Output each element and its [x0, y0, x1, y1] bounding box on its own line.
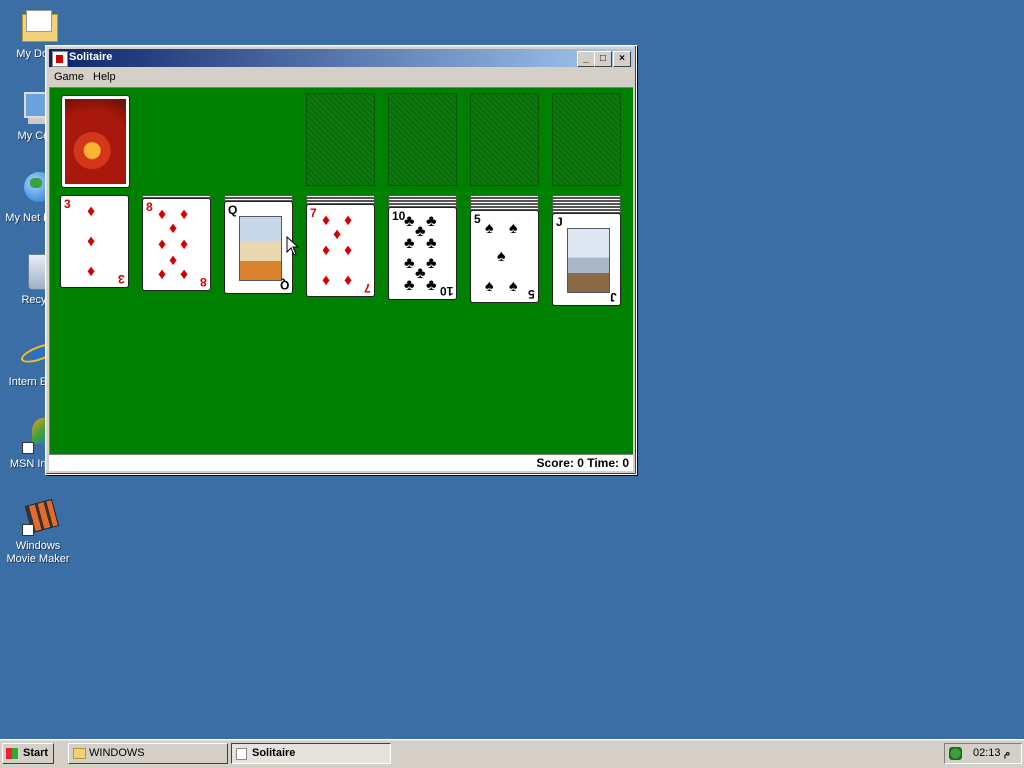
card-rank: J — [610, 290, 617, 304]
card-rank: 3 — [64, 197, 71, 211]
foundation-slot-4[interactable] — [552, 93, 621, 186]
taskbar-button-label: WINDOWS — [89, 747, 145, 759]
club-icon: ♣ — [415, 265, 426, 282]
maximize-button[interactable]: □ — [594, 51, 612, 67]
club-icon: ♣ — [404, 213, 415, 230]
card-rank: 5 — [528, 287, 535, 301]
tableau-card-1[interactable]: 3 ♦ ♦ ♦ 3 — [60, 195, 129, 288]
minimize-button[interactable]: _ — [577, 51, 595, 67]
menu-help[interactable]: Help — [93, 71, 116, 83]
queen-face-art — [239, 216, 282, 281]
film-icon — [18, 498, 60, 538]
windows-logo-icon — [6, 748, 18, 759]
window-title: Solitaire — [69, 51, 113, 63]
tableau-card-4[interactable]: 7 ♦ ♦ ♦ ♦ ♦ ♦ ♦ 7 — [306, 204, 375, 297]
card-rank: 7 — [364, 281, 371, 295]
diamond-icon: ♦ — [333, 226, 342, 243]
system-tray: 02:13 م — [944, 743, 1022, 764]
club-icon: ♣ — [404, 277, 415, 294]
start-button[interactable]: Start — [2, 743, 54, 764]
security-shield-icon[interactable] — [949, 747, 962, 760]
stock-pile[interactable] — [61, 95, 130, 188]
tableau-card-7[interactable]: J J — [552, 213, 621, 306]
mouse-cursor-icon — [286, 236, 300, 256]
foundation-slot-2[interactable] — [388, 93, 457, 186]
spade-icon: ♠ — [485, 220, 494, 237]
solitaire-app-icon — [236, 748, 247, 760]
diamond-icon: ♦ — [180, 206, 189, 223]
solitaire-app-icon — [52, 51, 68, 67]
card-rank: J — [556, 215, 563, 229]
diamond-icon: ♦ — [344, 242, 353, 259]
club-icon: ♣ — [426, 255, 437, 272]
foundation-slot-3[interactable] — [470, 93, 539, 186]
card-rank: 10 — [439, 284, 453, 298]
diamond-icon: ♦ — [87, 263, 96, 280]
card-rank: 5 — [474, 212, 481, 226]
taskbar-button-windows[interactable]: WINDOWS — [68, 743, 228, 764]
tableau-card-2[interactable]: 8 ♦ ♦ ♦ ♦ ♦ ♦ ♦ ♦ 8 — [142, 198, 211, 291]
diamond-icon: ♦ — [344, 272, 353, 289]
foundation-slot-1[interactable] — [306, 93, 375, 186]
club-icon: ♣ — [426, 235, 437, 252]
card-rank: Q — [228, 203, 238, 217]
club-icon: ♣ — [426, 277, 437, 294]
taskbar: Start WINDOWS Solitaire 02:13 م — [0, 739, 1024, 768]
diamond-icon: ♦ — [158, 206, 167, 223]
solitaire-window: Solitaire _ □ × Game Help 3 ♦ ♦ ♦ 3 8 ♦ … — [45, 45, 637, 475]
folder-icon — [73, 748, 86, 759]
close-button[interactable]: × — [613, 51, 631, 67]
spade-icon: ♠ — [497, 248, 506, 265]
tableau-card-5[interactable]: 10 ♣ ♣ ♣ ♣ ♣ ♣ ♣ ♣ ♣ ♣ 10 — [388, 207, 457, 300]
desktop-icon-label: Windows Movie Maker — [6, 540, 70, 565]
diamond-icon: ♦ — [87, 233, 96, 250]
diamond-icon: ♦ — [87, 203, 96, 220]
shortcut-arrow-icon — [22, 442, 34, 454]
club-icon: ♣ — [404, 235, 415, 252]
start-label: Start — [23, 747, 49, 759]
diamond-icon: ♦ — [158, 266, 167, 283]
taskbar-button-solitaire[interactable]: Solitaire — [231, 743, 391, 764]
title-bar[interactable]: Solitaire _ □ × — [49, 49, 633, 67]
desktop-icon-movie-maker[interactable]: Windows Movie Maker — [0, 498, 76, 566]
diamond-icon: ♦ — [180, 236, 189, 253]
shortcut-arrow-icon — [22, 524, 34, 536]
folder-icon — [18, 6, 58, 46]
club-icon: ♣ — [415, 223, 426, 240]
diamond-icon: ♦ — [169, 252, 178, 269]
diamond-icon: ♦ — [180, 266, 189, 283]
score-time-text: Score: 0 Time: 0 — [536, 456, 629, 470]
card-rank: 8 — [146, 200, 153, 214]
game-table: 3 ♦ ♦ ♦ 3 8 ♦ ♦ ♦ ♦ ♦ ♦ ♦ ♦ 8 Q Q 7 ♦ ♦ … — [49, 87, 633, 456]
tableau-card-6[interactable]: 5 ♠ ♠ ♠ ♠ ♠ 5 — [470, 210, 539, 303]
card-rank: 7 — [310, 206, 317, 220]
card-rank: 3 — [118, 272, 125, 286]
club-icon: ♣ — [404, 255, 415, 272]
clock[interactable]: 02:13 م — [973, 744, 1010, 763]
diamond-icon: ♦ — [322, 272, 331, 289]
diamond-icon: ♦ — [169, 220, 178, 237]
spade-icon: ♠ — [485, 278, 494, 295]
jack-face-art — [567, 228, 610, 293]
spade-icon: ♠ — [509, 278, 518, 295]
diamond-icon: ♦ — [158, 236, 167, 253]
diamond-icon: ♦ — [344, 212, 353, 229]
taskbar-button-label: Solitaire — [252, 747, 296, 759]
spade-icon: ♠ — [509, 220, 518, 237]
card-rank: Q — [279, 278, 289, 292]
diamond-icon: ♦ — [322, 242, 331, 259]
diamond-icon: ♦ — [322, 212, 331, 229]
menu-game[interactable]: Game — [54, 71, 84, 83]
tableau-card-3[interactable]: Q Q — [224, 201, 293, 294]
status-bar: Score: 0 Time: 0 — [49, 454, 633, 471]
card-rank: 8 — [200, 275, 207, 289]
club-icon: ♣ — [426, 213, 437, 230]
menu-bar: Game Help — [49, 68, 633, 86]
